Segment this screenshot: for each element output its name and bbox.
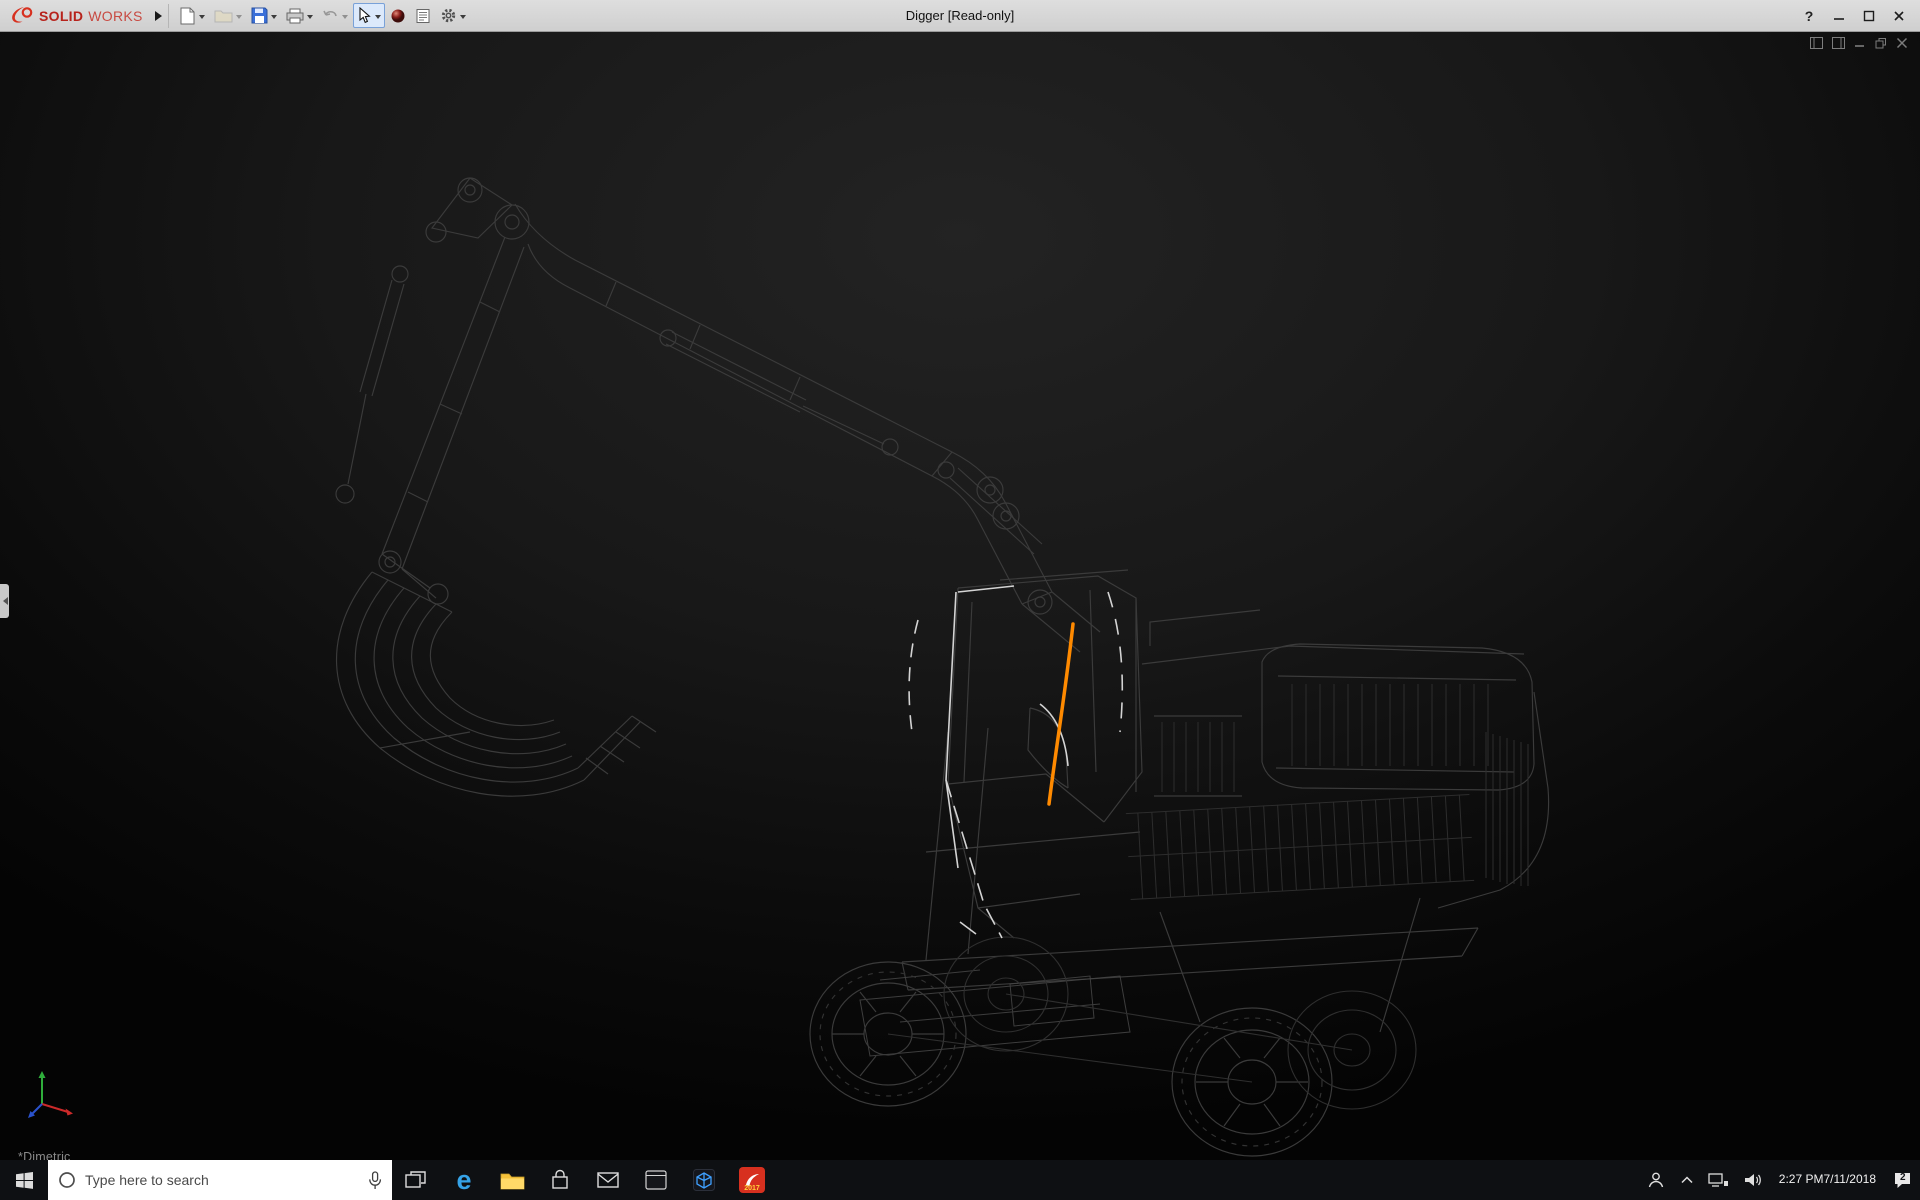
undo-icon (322, 8, 339, 23)
print-caret-icon (307, 15, 313, 22)
document-window-controls (1810, 37, 1908, 49)
undo-caret-icon (342, 15, 348, 22)
select-caret-icon (375, 15, 381, 22)
print-icon (286, 8, 304, 24)
windows-start-icon (15, 1171, 34, 1190)
titlebar: SOLID WORKS (0, 0, 1920, 32)
cube-app-icon (693, 1169, 715, 1191)
collapse-arrow-icon (0, 597, 8, 605)
tray-overflow-button[interactable] (1673, 1160, 1701, 1200)
microphone-icon[interactable] (368, 1171, 382, 1190)
maximize-button[interactable] (1854, 3, 1884, 29)
open-caret-icon (236, 15, 242, 22)
cube-app-button[interactable] (680, 1160, 728, 1200)
minimize-icon (1833, 10, 1845, 22)
console-app-button[interactable] (632, 1160, 680, 1200)
save-floppy-icon (251, 7, 268, 24)
options-caret-icon (460, 15, 466, 22)
mail-icon (597, 1172, 619, 1188)
close-button[interactable] (1884, 3, 1914, 29)
select-button[interactable] (353, 3, 385, 28)
print-button[interactable] (282, 4, 317, 28)
view-orientation-label: *Dimetric (18, 1150, 71, 1160)
solidworks-year-label: 2017 (739, 1185, 765, 1192)
reference-triad (26, 1068, 78, 1124)
edge-button[interactable]: e (440, 1160, 488, 1200)
task-view-button[interactable] (392, 1160, 440, 1200)
solidworks-app-icon: 2017 (739, 1167, 765, 1193)
clock-time: 2:27 PM (1779, 1172, 1824, 1188)
doc-restore-button[interactable] (1875, 37, 1887, 49)
system-tray: 2:27 PM 7/11/2018 2 (1639, 1160, 1920, 1200)
task-view-icon (405, 1170, 427, 1190)
brand-solid: SOLID (39, 8, 83, 24)
panel-toggle-icon[interactable] (1810, 37, 1823, 49)
new-caret-icon (199, 15, 205, 22)
save-button[interactable] (247, 3, 281, 28)
people-button[interactable] (1639, 1160, 1673, 1200)
help-button[interactable]: ? (1794, 3, 1824, 29)
file-explorer-icon (500, 1170, 525, 1190)
gear-icon (440, 7, 457, 24)
action-center-button[interactable]: 2 (1885, 1160, 1920, 1200)
taskbar-search[interactable] (48, 1160, 392, 1200)
panel-toggle-alt-icon[interactable] (1832, 37, 1845, 49)
appearance-sphere-button[interactable] (386, 4, 410, 28)
cortana-icon (58, 1171, 76, 1189)
expand-triangle-icon (155, 11, 167, 21)
open-button[interactable] (210, 4, 246, 28)
save-caret-icon (271, 15, 277, 22)
network-button[interactable] (1701, 1160, 1736, 1200)
mail-button[interactable] (584, 1160, 632, 1200)
doc-minimize-button[interactable] (1854, 37, 1866, 49)
network-icon (1708, 1172, 1729, 1188)
doc-close-button[interactable] (1896, 37, 1908, 49)
solidworks-logo[interactable]: SOLID WORKS (0, 6, 151, 26)
console-window-icon (645, 1170, 667, 1190)
select-cursor-icon (357, 7, 372, 24)
highlighted-edges (909, 586, 1122, 938)
chevron-up-icon (1680, 1175, 1694, 1185)
edge-icon: e (456, 1167, 471, 1194)
graphics-viewport[interactable]: *Dimetric (0, 32, 1920, 1160)
search-input[interactable] (85, 1172, 359, 1188)
menu-expand-arrow[interactable] (151, 4, 169, 28)
close-icon (1893, 10, 1905, 22)
solidworks-app-button[interactable]: 2017 (728, 1160, 776, 1200)
options-gear-button[interactable] (436, 3, 470, 28)
selected-edge[interactable] (1049, 624, 1073, 804)
undo-button[interactable] (318, 4, 352, 27)
document-properties-icon (415, 8, 431, 24)
speaker-icon (1743, 1172, 1763, 1188)
maximize-icon (1863, 10, 1875, 22)
minimize-button[interactable] (1824, 3, 1854, 29)
clock[interactable]: 2:27 PM 7/11/2018 (1770, 1160, 1885, 1200)
solidworks-window: SOLID WORKS (0, 0, 1920, 1200)
file-explorer-button[interactable] (488, 1160, 536, 1200)
appearance-sphere-icon (390, 8, 406, 24)
person-icon (1646, 1170, 1666, 1190)
store-bag-icon (550, 1169, 570, 1191)
quick-toolbar (175, 3, 470, 29)
notification-badge: 2 (1900, 1172, 1906, 1183)
taskpane-collapse-tab[interactable] (0, 584, 9, 618)
document-properties-button[interactable] (411, 4, 435, 28)
taskbar: e (0, 1160, 1920, 1200)
store-button[interactable] (536, 1160, 584, 1200)
window-controls: ? (1794, 3, 1920, 29)
clock-date: 7/11/2018 (1824, 1172, 1877, 1188)
wireframe-model[interactable] (0, 32, 1920, 1160)
start-button[interactable] (0, 1160, 48, 1200)
ds-logo-icon (10, 6, 34, 26)
volume-button[interactable] (1736, 1160, 1770, 1200)
brand-works: WORKS (88, 8, 142, 24)
new-document-button[interactable] (175, 3, 209, 29)
open-folder-icon (214, 8, 233, 24)
new-document-icon (179, 7, 196, 25)
